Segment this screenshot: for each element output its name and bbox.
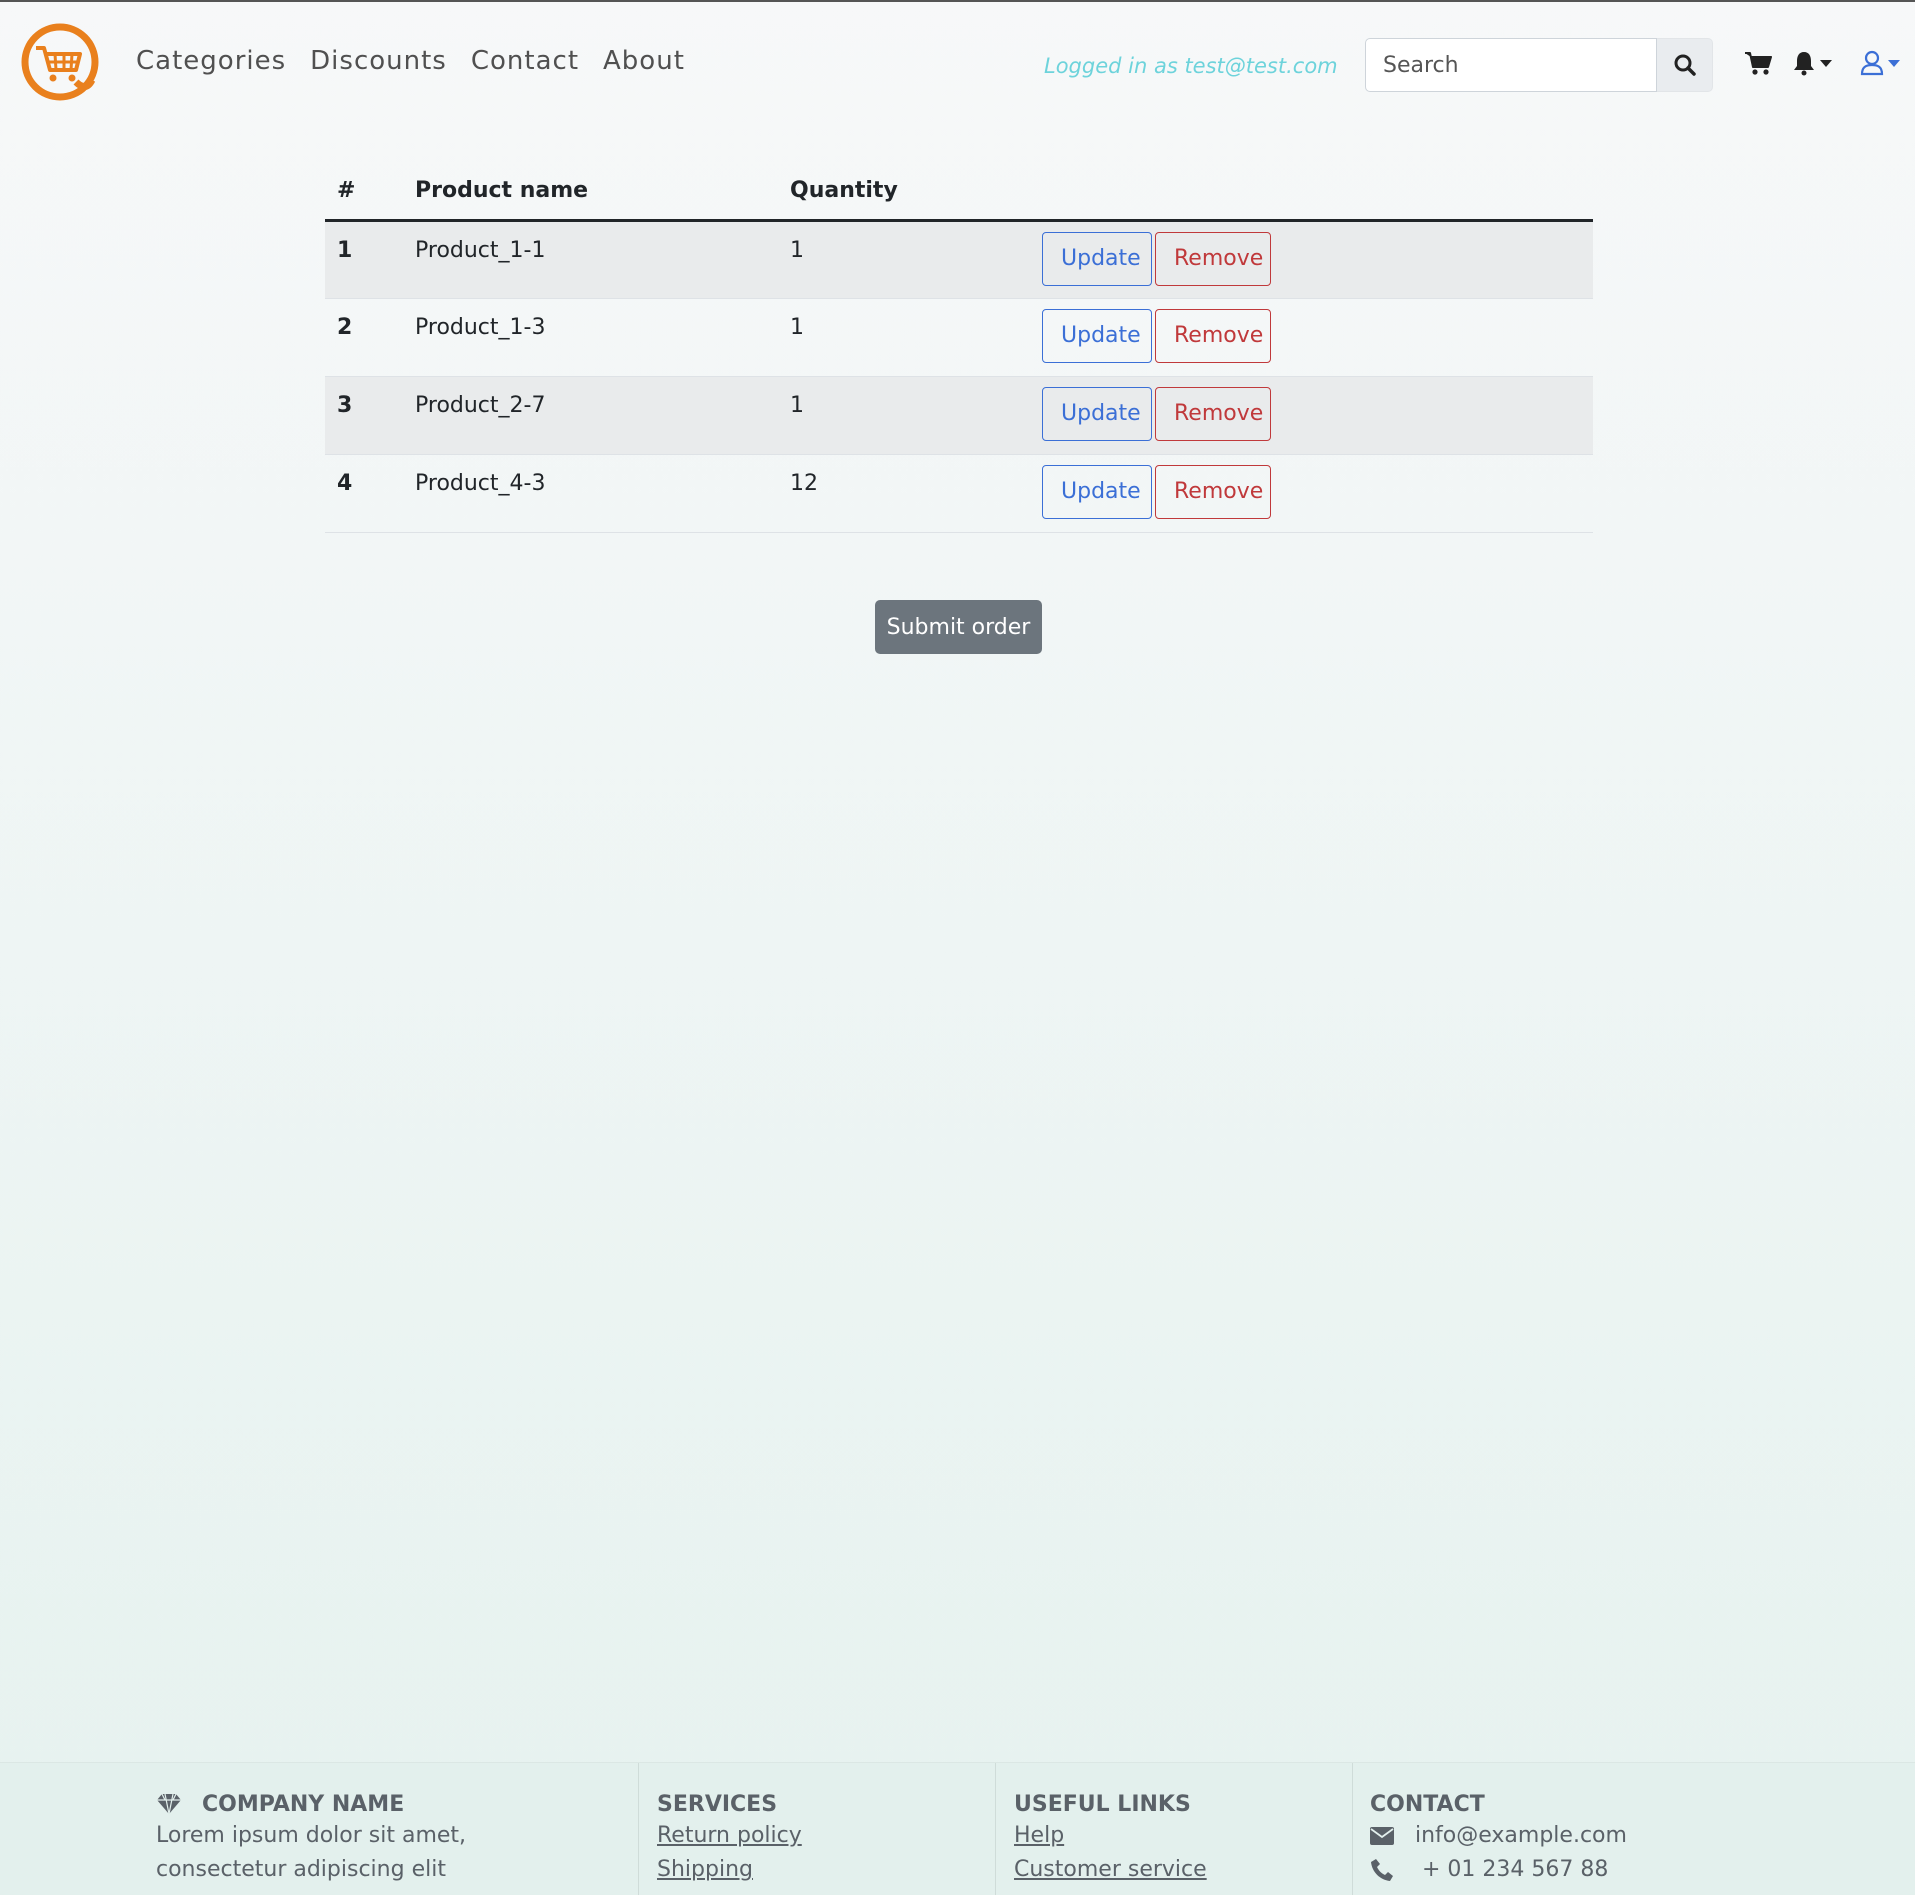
quantity: 1: [778, 220, 1030, 299]
col-index-header: #: [325, 162, 403, 222]
row-actions: Update Remove: [1030, 376, 1593, 455]
chevron-down-icon: [1888, 59, 1900, 67]
shop-logo[interactable]: [20, 22, 100, 102]
gem-icon: [157, 1793, 181, 1815]
footer-company-title: COMPANY NAME: [202, 1791, 405, 1817]
search-button[interactable]: [1657, 38, 1713, 92]
table-row: 3 Product_2-7 1 Update Remove: [325, 376, 1593, 455]
customer-service-link[interactable]: Customer service: [1014, 1853, 1352, 1887]
footer-company: COMPANY NAME Lorem ipsum dolor sit amet,…: [156, 1763, 638, 1895]
col-actions-header: [1030, 162, 1593, 222]
product-name: Product_1-1: [403, 220, 778, 299]
table-row: 1 Product_1-1 1 Update Remove: [325, 220, 1593, 299]
contact-email-row: info@example.com: [1370, 1819, 1752, 1853]
navbar: Categories Discounts Contact About Logge…: [0, 2, 1915, 124]
contact-email: info@example.com: [1415, 1823, 1627, 1848]
search-bar: [1365, 38, 1713, 92]
update-button[interactable]: Update: [1042, 386, 1152, 441]
nav-contact[interactable]: Contact: [471, 46, 579, 76]
cart-table: # Product name Quantity 1 Product_1-1 1 …: [325, 162, 1593, 533]
product-name: Product_2-7: [403, 376, 778, 455]
footer-company-text-1: Lorem ipsum dolor sit amet,: [156, 1823, 467, 1848]
bell-icon: [1794, 52, 1814, 76]
nav-discounts[interactable]: Discounts: [310, 46, 447, 76]
remove-button[interactable]: Remove: [1155, 386, 1271, 441]
notifications-dropdown[interactable]: [1792, 50, 1832, 76]
row-index: 1: [325, 220, 403, 299]
footer-useful-title: USEFUL LINKS: [1014, 1791, 1191, 1817]
product-name: Product_1-3: [403, 298, 778, 377]
footer-company-text-2: consectetur adipiscing elit: [156, 1857, 446, 1882]
nav-categories[interactable]: Categories: [136, 46, 286, 76]
remove-button[interactable]: Remove: [1155, 231, 1271, 286]
quantity: 1: [778, 298, 1030, 377]
footer-contact-title: CONTACT: [1370, 1791, 1485, 1817]
footer-contact: CONTACT info@example.com + 01 234 567 88: [1352, 1763, 1752, 1895]
table-header-row: # Product name Quantity: [325, 162, 1593, 222]
row-actions: Update Remove: [1030, 298, 1593, 377]
footer-useful-links: USEFUL LINKS Help Customer service: [995, 1763, 1352, 1895]
return-policy-link[interactable]: Return policy: [657, 1819, 995, 1853]
quantity: 12: [778, 454, 1030, 533]
nav-about[interactable]: About: [603, 46, 685, 76]
contact-phone: + 01 234 567 88: [1422, 1857, 1609, 1882]
table-row: 2 Product_1-3 1 Update Remove: [325, 298, 1593, 377]
search-icon: [1674, 54, 1696, 76]
chevron-down-icon: [1820, 59, 1832, 67]
update-button[interactable]: Update: [1042, 231, 1152, 286]
col-product-header: Product name: [403, 162, 778, 222]
contact-phone-row: + 01 234 567 88: [1370, 1853, 1752, 1887]
cart-button[interactable]: [1744, 50, 1772, 76]
footer: COMPANY NAME Lorem ipsum dolor sit amet,…: [0, 1762, 1915, 1895]
row-index: 4: [325, 454, 403, 533]
search-input[interactable]: [1365, 38, 1657, 92]
shipping-link[interactable]: Shipping: [657, 1853, 995, 1887]
row-actions: Update Remove: [1030, 454, 1593, 533]
phone-icon: [1371, 1859, 1393, 1881]
footer-company-heading: COMPANY NAME: [156, 1789, 638, 1819]
cart-icon: [1745, 52, 1772, 75]
table-row: 4 Product_4-3 12 Update Remove: [325, 454, 1593, 533]
update-button[interactable]: Update: [1042, 308, 1152, 363]
submit-order-button[interactable]: Submit order: [875, 600, 1042, 654]
remove-button[interactable]: Remove: [1155, 308, 1271, 363]
footer-services: SERVICES Return policy Shipping: [638, 1763, 995, 1895]
footer-services-title: SERVICES: [657, 1791, 778, 1817]
user-dropdown[interactable]: [1860, 50, 1900, 76]
row-index: 2: [325, 298, 403, 377]
logged-in-text: Logged in as test@test.com: [1044, 54, 1338, 78]
product-name: Product_4-3: [403, 454, 778, 533]
remove-button[interactable]: Remove: [1155, 464, 1271, 519]
row-index: 3: [325, 376, 403, 455]
update-button[interactable]: Update: [1042, 464, 1152, 519]
main-nav: Categories Discounts Contact About: [136, 46, 685, 76]
quantity: 1: [778, 376, 1030, 455]
user-icon: [1860, 50, 1884, 76]
col-quantity-header: Quantity: [778, 162, 1030, 222]
envelope-icon: [1370, 1827, 1394, 1845]
row-actions: Update Remove: [1030, 220, 1593, 299]
help-link[interactable]: Help: [1014, 1819, 1352, 1853]
